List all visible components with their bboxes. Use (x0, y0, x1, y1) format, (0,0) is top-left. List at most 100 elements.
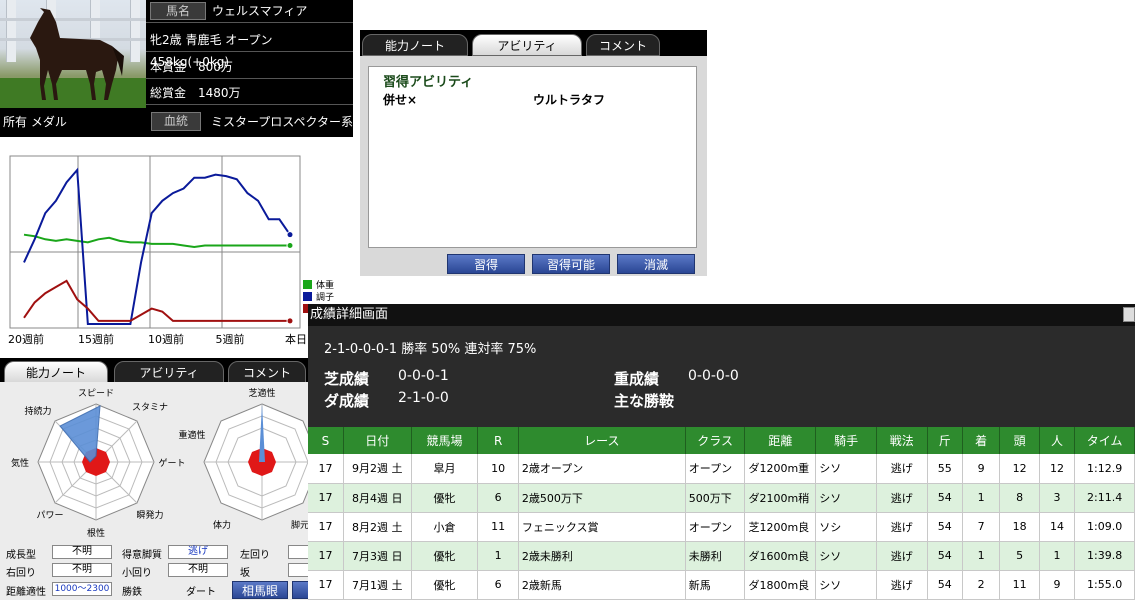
other-line-end-point (286, 317, 294, 325)
table-cell: 8月4週 日 (343, 483, 412, 513)
column-header[interactable]: 斤 (927, 427, 963, 454)
eye-button[interactable]: 相馬眼 (232, 581, 288, 599)
ability-list-area: 習得アビリティ 併せ× ウルトラタフ (368, 66, 697, 248)
table-cell: シソ (815, 483, 877, 513)
growth-label: 成長型 (6, 550, 36, 561)
table-header-row: S 日付 競馬場 R レース クラス 距離 騎手 戦法斤着頭人タイム (308, 427, 1135, 454)
race-results-table: S 日付 競馬場 R レース クラス 距離 騎手 戦法斤着頭人タイム 17 9月2週 土皐月 10 2… (308, 427, 1135, 600)
tab-ability[interactable]: アビリティ (472, 34, 582, 56)
column-header[interactable]: タイム (1074, 427, 1135, 454)
table-cell: 1 (962, 483, 1001, 513)
table-row[interactable]: 17 8月4週 日優牝 6 2歳500万下 500万下 ダ2100m稍 シソ 逃げ 54 1 8 3 2… (308, 483, 1135, 513)
left-turn-label: 左回り (240, 550, 270, 561)
column-header[interactable]: 競馬場 (411, 427, 479, 454)
table-row[interactable]: 17 7月3週 日優牝 1 2歳未勝利 未勝利 ダ1600m良 シソ 逃げ 54 1 5 1 1:39.… (308, 541, 1135, 571)
column-header[interactable]: 距離 (744, 427, 817, 454)
column-header[interactable]: S (308, 427, 344, 454)
acquirable-button[interactable]: 習得可能 (532, 254, 610, 274)
dirt-value: 2-1-0-0 (398, 390, 449, 406)
column-header[interactable]: レース (518, 427, 686, 454)
column-header[interactable]: 日付 (343, 427, 412, 454)
owner-label: 所有 メダル (3, 115, 67, 129)
column-header[interactable]: クラス (685, 427, 746, 454)
vanish-button[interactable]: 消滅 (617, 254, 695, 274)
table-cell: 優牝 (411, 541, 479, 571)
tab-comment-left[interactable]: コメント (228, 361, 306, 383)
tactic-label: 得意脚質 (122, 550, 162, 561)
tab-comment[interactable]: コメント (586, 34, 660, 56)
distance-label: 距離適性 (6, 587, 46, 598)
table-cell: 55 (927, 454, 963, 484)
radar-label-legs: 脚元 (291, 520, 309, 531)
table-cell: 逃げ (876, 454, 928, 484)
table-cell: 54 (927, 512, 963, 542)
table-cell: 6 (477, 483, 519, 513)
table-cell: 1 (962, 541, 1001, 571)
dirt-label: ダ成績 (324, 392, 370, 410)
ability-note-panel: スピード スタミナ ゲート 瞬発力 根性 パワー 気性 持続力 芝適性 重適性 … (0, 382, 310, 600)
table-cell: 2歳未勝利 (518, 541, 686, 571)
table-cell: フェニックス賞 (518, 512, 686, 542)
table-cell: 1:09.0 (1074, 512, 1135, 542)
table-row[interactable]: 17 7月1週 土優牝 6 2歳新馬 新馬 ダ1800m良 シソ 逃げ 54 2 11 9 1:55.0 (308, 570, 1135, 600)
table-cell: 17 (308, 512, 344, 542)
pedigree-button[interactable]: 血統 (151, 112, 201, 131)
table-cell: 2歳新馬 (518, 570, 686, 600)
tab-ability-note-left[interactable]: 能力ノート (4, 361, 108, 383)
ability-radar-charts: スピード スタミナ ゲート 瞬発力 根性 パワー 気性 持続力 芝適性 重適性 … (11, 387, 310, 539)
tactic-value: 逃げ (168, 545, 228, 559)
table-cell: ダ2100m稍 (744, 483, 817, 513)
table-cell: 9 (962, 454, 1001, 484)
table-cell: ダ1800m良 (744, 570, 817, 600)
condition-graph-svg: 20週前 15週前 10週前 5週前 本日 体重調子 (8, 155, 334, 346)
ability-item[interactable]: 併せ× (383, 91, 417, 108)
table-cell: 14 (1039, 512, 1076, 542)
column-header[interactable]: 戦法 (876, 427, 928, 454)
tab-ability-note[interactable]: 能力ノート (362, 34, 468, 56)
radar-label-stamina: スタミナ (132, 402, 168, 413)
acquired-ability-title: 習得アビリティ (383, 75, 474, 90)
ability-item[interactable]: ウルトラタフ (533, 91, 605, 108)
slope-value (288, 563, 310, 577)
column-header[interactable]: 頭 (999, 427, 1040, 454)
growth-value: 不明 (52, 545, 112, 559)
column-header[interactable]: 着 (962, 427, 1001, 454)
close-icon[interactable] (1123, 307, 1135, 322)
radar-label-speed: スピード (78, 388, 114, 399)
legend-label: 調子 (316, 291, 334, 303)
race-detail-window: 成績詳細画面 2-1-0-0-0-1 勝率 50% 連対率 75% 芝成績 0-… (308, 304, 1135, 600)
column-header[interactable]: 騎手 (815, 427, 877, 454)
tab-ability-left[interactable]: アビリティ (114, 361, 224, 383)
main-prize-row: 本賞金 800万 (146, 56, 353, 79)
column-header[interactable]: R (477, 427, 519, 454)
ability-window-tabbar: 能力ノート アビリティ コメント (360, 30, 707, 56)
table-cell: オープン (685, 454, 746, 484)
table-cell: 500万下 (685, 483, 746, 513)
right-turn-label: 右回り (6, 568, 36, 579)
table-cell: 54 (927, 570, 963, 600)
table-cell: 2歳オープン (518, 454, 686, 484)
table-cell: ソシ (815, 512, 877, 542)
column-header[interactable]: 人 (1039, 427, 1076, 454)
condition-graph: 20週前 15週前 10週前 5週前 本日 体重 調子 (0, 146, 353, 346)
radar-label-sustain: 持続力 (24, 405, 51, 417)
horse-name: ウェルスマフィア (212, 4, 308, 18)
table-cell: 9 (1039, 570, 1076, 600)
heavy-value: 0-0-0-0 (688, 368, 739, 384)
heavy-label: 重成績 (614, 370, 660, 388)
radar-left (37, 403, 155, 521)
table-row[interactable]: 17 9月2週 土皐月 10 2歳オープン オープン ダ1200m重 シソ 逃げ 55 9 12 12… (308, 454, 1135, 484)
acquire-button[interactable]: 習得 (447, 254, 525, 274)
table-cell: オープン (685, 512, 746, 542)
table-cell: 7月3週 日 (343, 541, 412, 571)
table-cell: 5 (999, 541, 1040, 571)
table-cell: 逃げ (876, 541, 928, 571)
radar-label-guts: 根性 (87, 527, 105, 539)
table-cell: 12 (999, 454, 1040, 484)
table-cell: 逃げ (876, 483, 928, 513)
table-cell: 18 (999, 512, 1040, 542)
table-row[interactable]: 17 8月2週 土小倉 11 フェニックス賞 オープン 芝1200m良 ソシ 逃げ 54 7 18 1… (308, 512, 1135, 542)
table-cell: 7月1週 土 (343, 570, 412, 600)
table-cell: 2 (962, 570, 1001, 600)
table-cell: 優牝 (411, 483, 479, 513)
